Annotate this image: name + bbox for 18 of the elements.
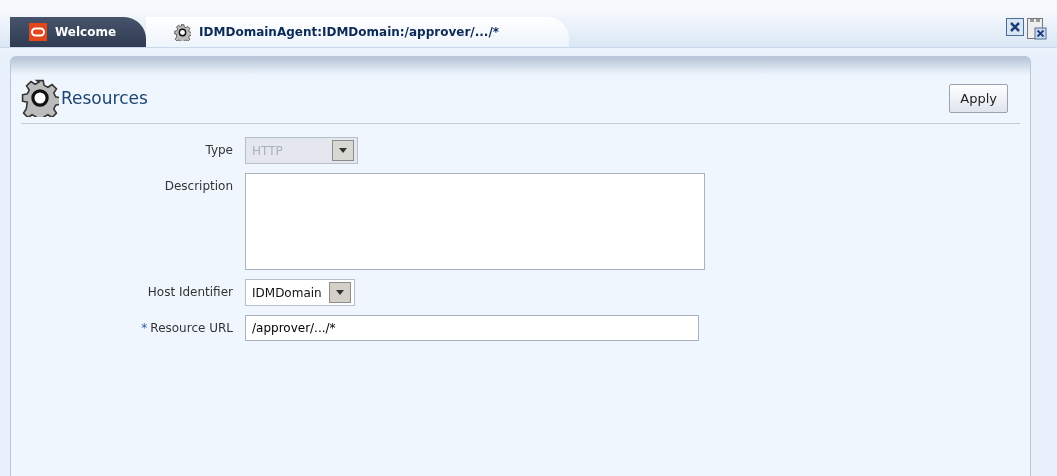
tab[interactable]: Welcome	[10, 17, 147, 47]
gear-icon	[21, 79, 59, 117]
field-label: Host Identifier	[146, 285, 233, 299]
dropdown[interactable]: IDMDomain	[245, 279, 355, 306]
description-field[interactable]	[245, 173, 705, 270]
field-label: Description	[163, 179, 233, 193]
caret-icon	[338, 148, 347, 153]
field-label: * Resource URL	[141, 321, 233, 335]
tab[interactable]: IDMDomainAgent:IDMDomain:/approver/.../*	[146, 17, 570, 47]
caret-icon	[335, 290, 344, 295]
panel-title: Resources	[61, 88, 148, 108]
gear-icon	[174, 23, 192, 41]
apply-button[interactable]: Apply	[949, 83, 1008, 113]
input-field[interactable]: /approver/.../*	[245, 315, 699, 341]
close-icon[interactable]	[1006, 17, 1024, 36]
close-all-icon[interactable]	[1027, 17, 1047, 40]
logo-icon	[29, 23, 47, 41]
field-label: Type	[204, 143, 233, 157]
